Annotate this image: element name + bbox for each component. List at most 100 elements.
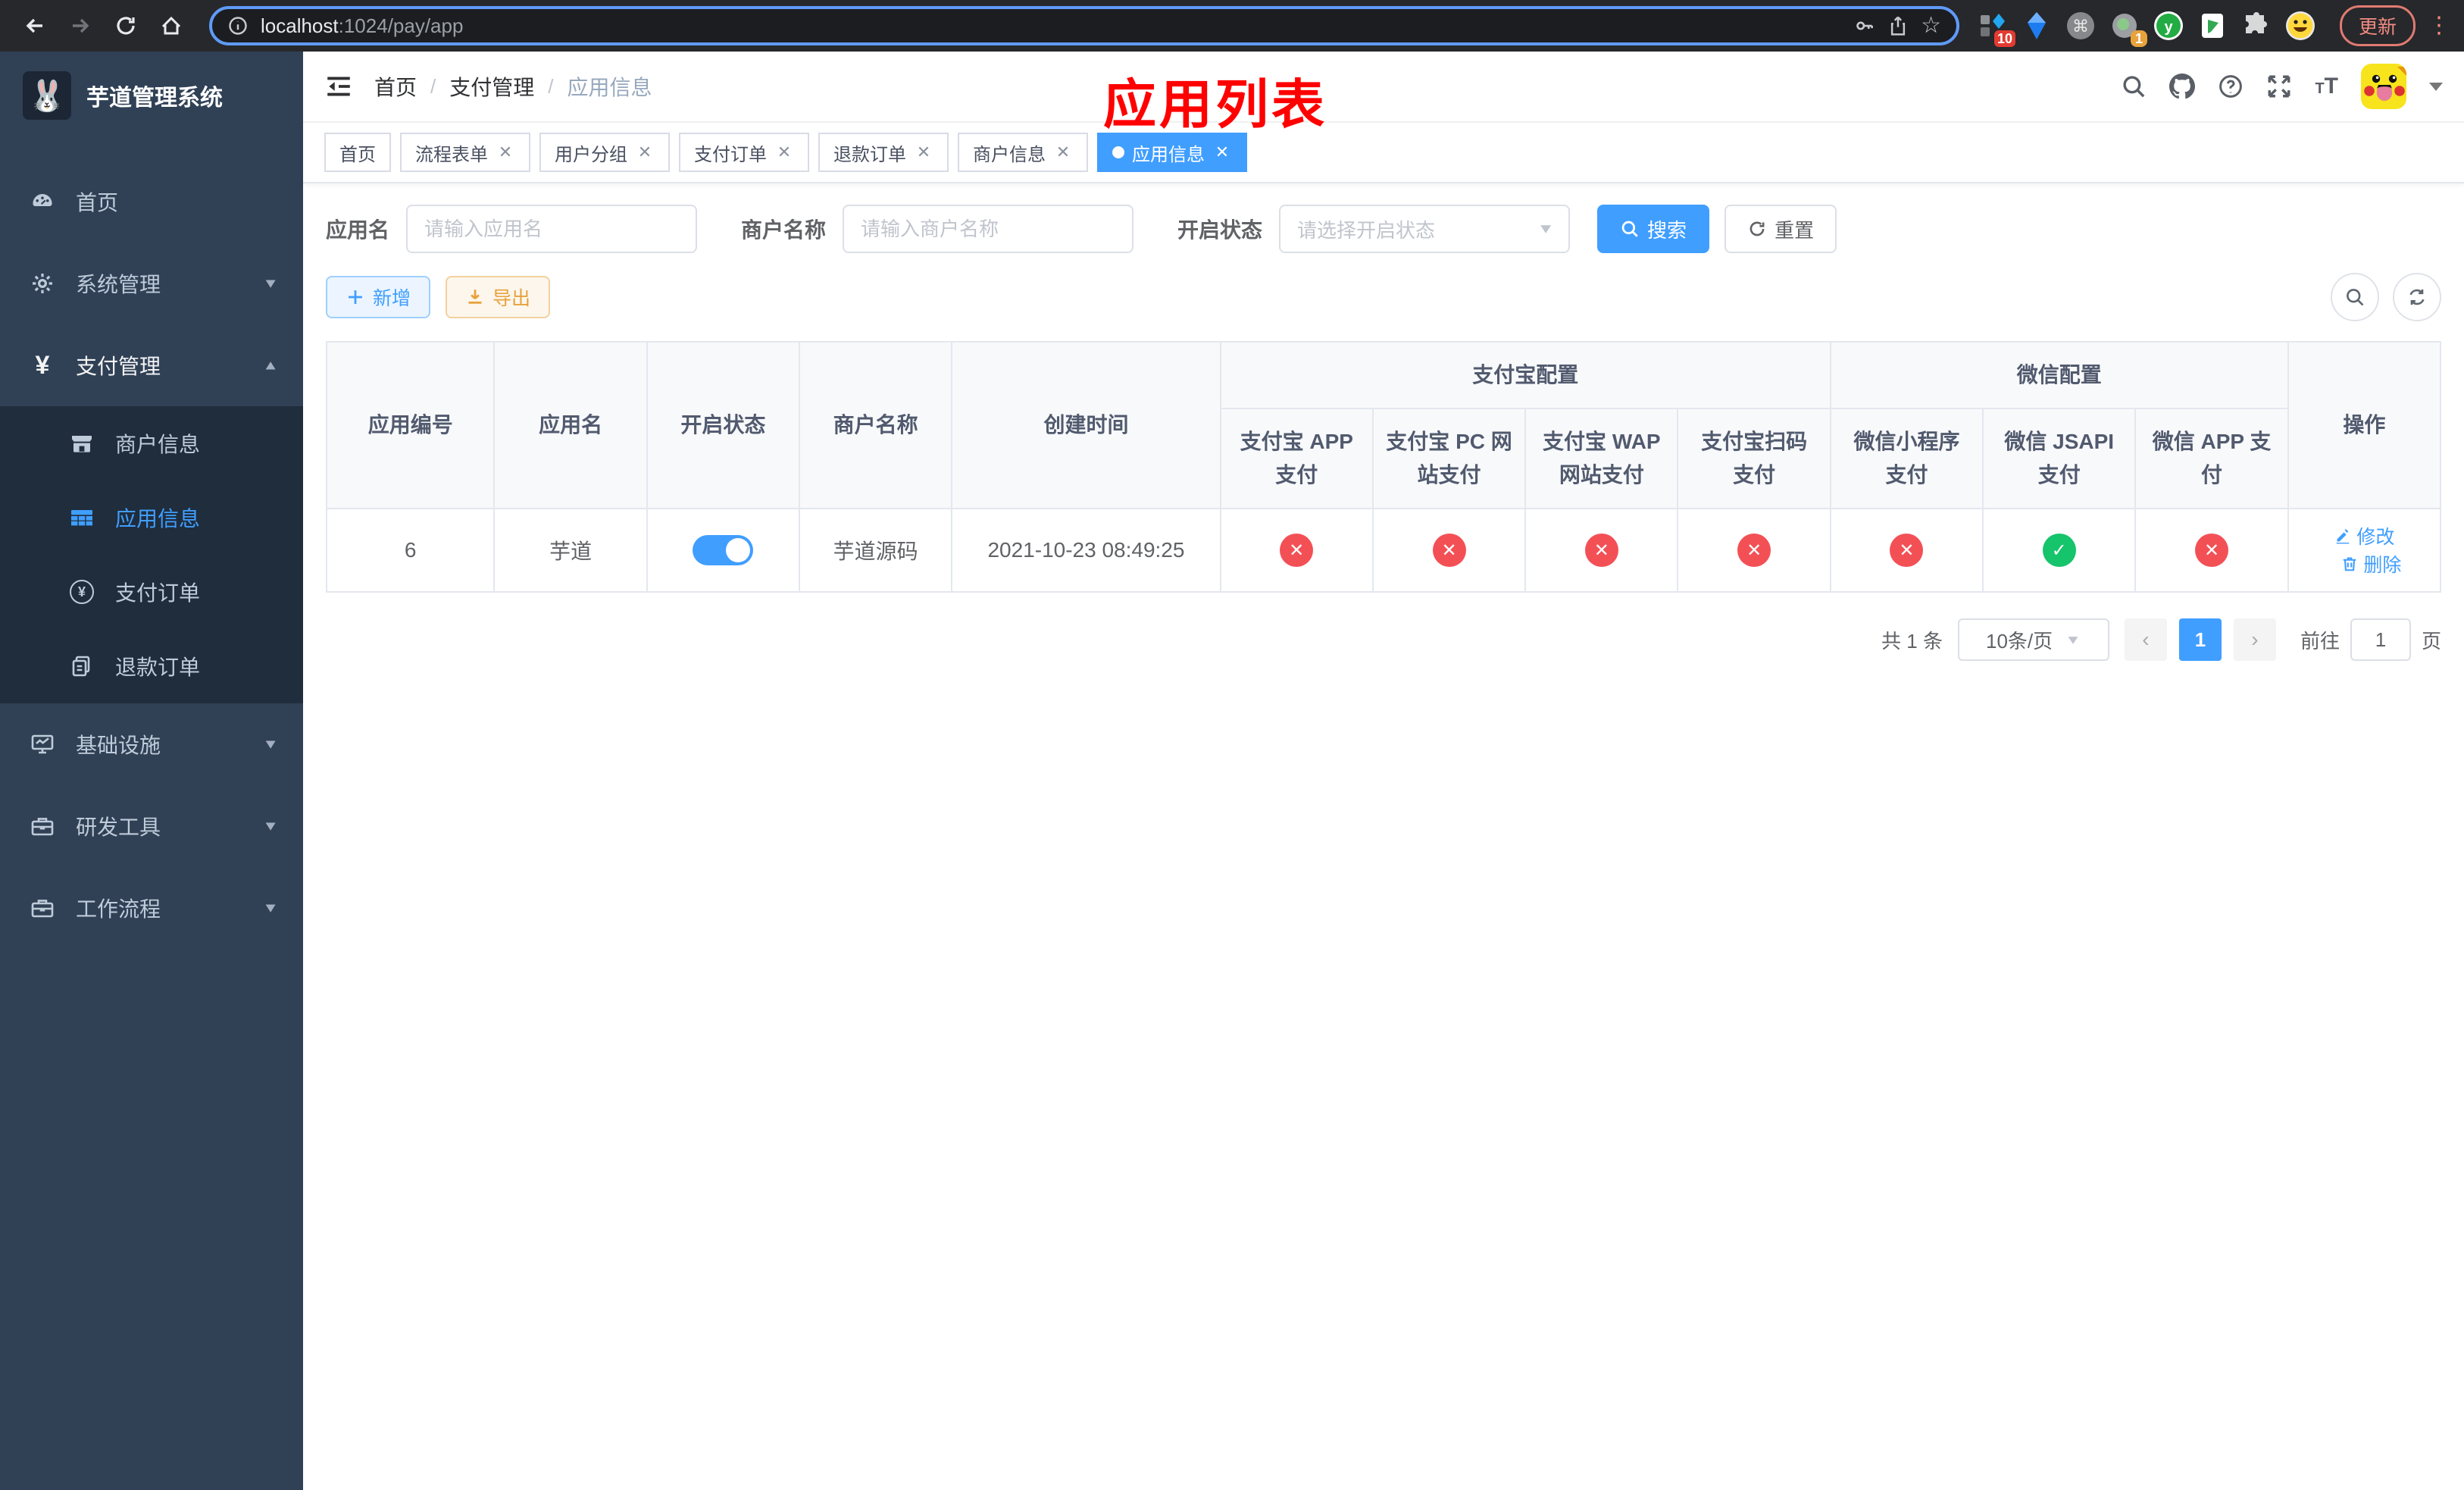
- next-page-button[interactable]: ›: [2233, 618, 2276, 661]
- search-icon[interactable]: [2121, 74, 2147, 99]
- refresh-table-button[interactable]: [2393, 273, 2441, 321]
- avatar-caret-icon[interactable]: [2429, 82, 2443, 91]
- tag-merchant-info[interactable]: 商户信息 ✕: [958, 133, 1088, 172]
- tag-label: 流程表单: [415, 144, 488, 165]
- extension-gem-icon[interactable]: [2022, 11, 2052, 41]
- font-size-icon[interactable]: TT: [2315, 74, 2338, 99]
- breadcrumb-payment[interactable]: 支付管理: [449, 71, 534, 102]
- tag-payment-orders[interactable]: 支付订单 ✕: [679, 133, 809, 172]
- search-button-label: 搜索: [1647, 218, 1687, 242]
- chevron-down-icon: ▼: [262, 275, 279, 291]
- tag-close-icon[interactable]: ✕: [496, 142, 515, 162]
- col-header-enabled: 开启状态: [646, 341, 801, 509]
- sidebar-item-dev-tools[interactable]: 研发工具 ▼: [0, 785, 303, 867]
- edit-link-label: 修改: [2356, 527, 2395, 548]
- browser-update-button[interactable]: 更新: [2339, 5, 2416, 46]
- add-button[interactable]: 新增: [326, 276, 431, 318]
- sidebar-item-app-info[interactable]: 应用信息: [0, 480, 303, 555]
- browser-back-button[interactable]: [15, 6, 55, 45]
- tag-process-form[interactable]: 流程表单 ✕: [400, 133, 530, 172]
- cell-actions: 修改 删除: [2287, 508, 2441, 593]
- page-size-label: 10条/页: [1986, 629, 2053, 653]
- extension-command-icon[interactable]: ⌘: [2065, 11, 2096, 41]
- browser-home-button[interactable]: [152, 6, 191, 45]
- cell-pay-status: [1829, 508, 1984, 593]
- page-annotation: 应用列表: [1103, 75, 1327, 134]
- pagination-total: 共 1 条: [1881, 629, 1943, 653]
- app-name-input[interactable]: [406, 205, 698, 253]
- tag-label: 应用信息: [1132, 144, 1205, 165]
- browser-forward-button[interactable]: [61, 6, 100, 45]
- breadcrumb-home[interactable]: 首页: [374, 71, 417, 102]
- sidebar-item-system[interactable]: 系统管理 ▼: [0, 243, 303, 324]
- current-page-button[interactable]: 1: [2178, 618, 2222, 661]
- prev-page-button[interactable]: ‹: [2124, 618, 2167, 661]
- pay-status-icon: [1737, 534, 1771, 567]
- sidebar-item-label: 支付管理: [76, 355, 161, 378]
- merchant-name-label: 商户名称: [741, 218, 827, 242]
- sidebar-collapse-button[interactable]: [324, 72, 353, 101]
- extension-badge: 10: [1993, 30, 2015, 47]
- delete-link[interactable]: 删除: [2340, 550, 2401, 578]
- tag-close-icon[interactable]: ✕: [774, 142, 794, 162]
- browser-menu-kebab[interactable]: ⋮: [2428, 14, 2450, 37]
- extension-pin-icon[interactable]: 10: [1978, 11, 2015, 47]
- toolbox-icon: [27, 814, 58, 838]
- sidebar-logo-row[interactable]: 🐰 芋道管理系统: [0, 52, 303, 139]
- profile-emoji-icon[interactable]: [2285, 11, 2315, 41]
- bookmark-star-icon[interactable]: ☆: [1921, 14, 1941, 37]
- status-label: 开启状态: [1177, 218, 1263, 242]
- cell-enabled: [646, 508, 801, 593]
- edit-link[interactable]: 修改: [2334, 522, 2394, 549]
- tag-close-icon[interactable]: ✕: [914, 142, 933, 162]
- site-info-icon[interactable]: [227, 15, 249, 36]
- sidebar-item-label: 退款订单: [115, 656, 201, 679]
- goto-page-input[interactable]: [2350, 618, 2411, 661]
- sidebar-item-payment[interactable]: ¥ 支付管理 ▲: [0, 324, 303, 406]
- extension-notes-icon[interactable]: [2197, 11, 2228, 41]
- user-avatar[interactable]: [2361, 64, 2406, 109]
- tag-close-icon[interactable]: ✕: [1212, 142, 1232, 162]
- address-bar[interactable]: localhost:1024/pay/app ☆: [209, 6, 1959, 45]
- page-size-select[interactable]: 10条/页 ▼: [1957, 618, 2109, 661]
- col-header-merchant: 商户名称: [799, 341, 953, 509]
- tag-close-icon[interactable]: ✕: [635, 142, 655, 162]
- share-icon[interactable]: [1887, 15, 1909, 36]
- sidebar-item-merchant-info[interactable]: 商户信息: [0, 406, 303, 480]
- toggle-search-button[interactable]: [2331, 273, 2379, 321]
- tag-user-group[interactable]: 用户分组 ✕: [539, 133, 670, 172]
- group-header-alipay: 支付宝配置: [1219, 341, 1831, 409]
- tag-close-icon[interactable]: ✕: [1053, 142, 1073, 162]
- sidebar-item-infrastructure[interactable]: 基础设施 ▼: [0, 703, 303, 785]
- browser-reload-button[interactable]: [106, 6, 145, 45]
- export-button[interactable]: 导出: [446, 276, 551, 318]
- sidebar-item-label: 支付订单: [115, 581, 201, 605]
- sidebar-item-payment-orders[interactable]: ¥ 支付订单: [0, 555, 303, 629]
- sidebar-item-home[interactable]: 首页: [0, 161, 303, 243]
- search-icon: [1621, 221, 1638, 237]
- tag-home[interactable]: 首页: [324, 133, 391, 172]
- col-header-alipay-qr: 支付宝扫码支付: [1677, 408, 1831, 509]
- sidebar-item-workflow[interactable]: 工作流程 ▼: [0, 867, 303, 949]
- github-icon[interactable]: [2169, 74, 2196, 99]
- dashboard-icon: [27, 189, 58, 214]
- enabled-switch[interactable]: [693, 535, 754, 565]
- search-icon: [2347, 289, 2364, 306]
- cell-app-name: 芋道: [493, 508, 648, 593]
- extension-recorder-icon[interactable]: 1: [2109, 11, 2147, 47]
- extensions-puzzle-icon[interactable]: [2241, 11, 2272, 41]
- payment-submenu: 商户信息 应用信息 ¥ 支付订单 退款订单: [0, 406, 303, 703]
- merchant-name-input[interactable]: [843, 205, 1134, 253]
- extension-y-icon[interactable]: y: [2153, 11, 2184, 41]
- status-select[interactable]: 请选择开启状态 ▼: [1279, 205, 1571, 253]
- reset-button[interactable]: 重置: [1724, 205, 1837, 253]
- fullscreen-icon[interactable]: [2266, 74, 2292, 99]
- reload-icon: [117, 17, 135, 35]
- password-key-icon[interactable]: [1854, 15, 1875, 36]
- app-frame: 🐰 芋道管理系统 首页 系统管理 ▼ ¥ 支付管理 ▲ 商户信息 应用信息 ¥ …: [0, 52, 2464, 1490]
- search-button[interactable]: 搜索: [1597, 205, 1710, 253]
- tag-refund-orders[interactable]: 退款订单 ✕: [818, 133, 949, 172]
- sidebar-item-refund-orders[interactable]: 退款订单: [0, 629, 303, 703]
- app-name-label: 应用名: [326, 218, 390, 242]
- help-icon[interactable]: [2218, 74, 2244, 99]
